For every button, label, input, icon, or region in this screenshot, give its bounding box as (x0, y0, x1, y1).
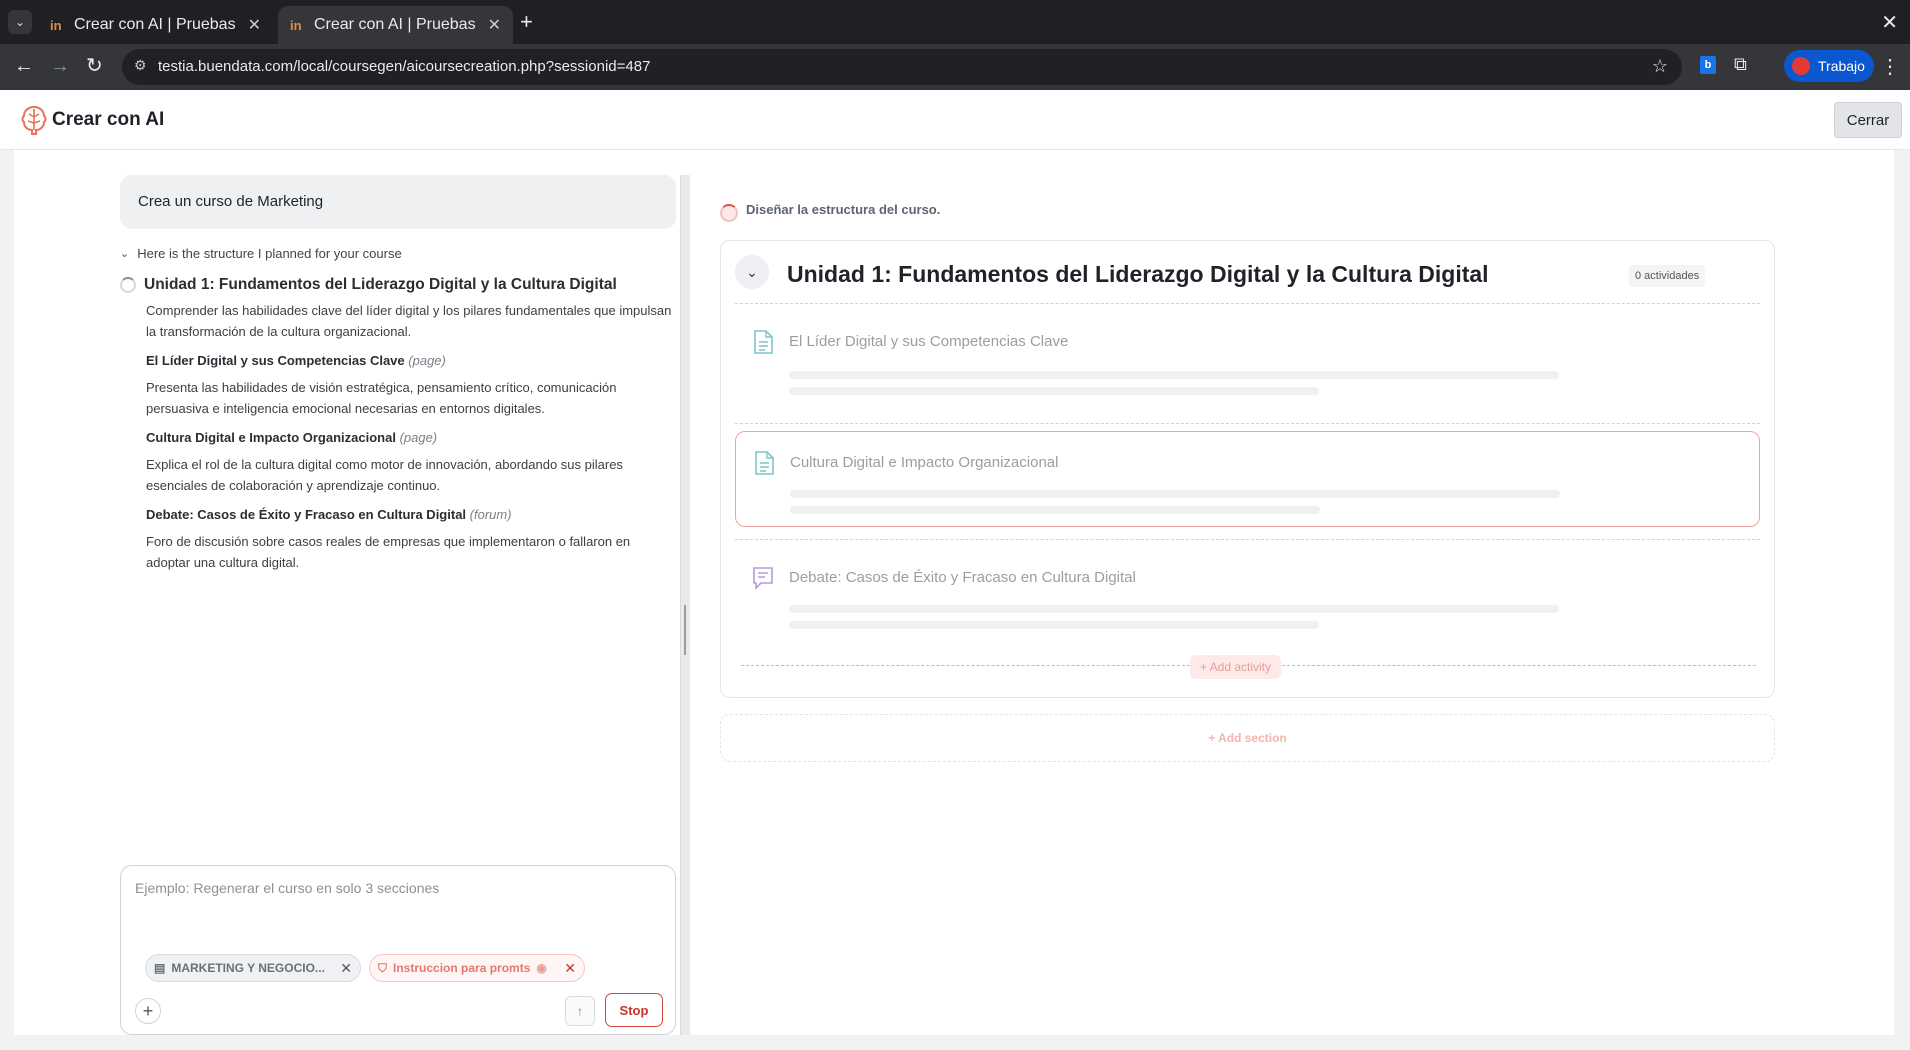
status-text: Diseñar la estructura del curso. (746, 201, 941, 217)
page-icon (754, 330, 773, 354)
activity-title: Debate: Casos de Éxito y Fracaso en Cult… (789, 569, 1136, 586)
prompt-input[interactable] (135, 880, 655, 896)
activity-title: Cultura Digital e Impacto Organizacional (790, 454, 1059, 471)
activity-card[interactable]: Cultura Digital e Impacto Organizacional (735, 431, 1760, 527)
skeleton-line (789, 621, 1319, 629)
browser-menu-icon[interactable]: ⋮ (1880, 54, 1900, 79)
category-chip[interactable]: ▤ MARKETING Y NEGOCIO... ✕ (145, 954, 361, 982)
page-icon (755, 451, 774, 475)
profile-label: Trabajo (1818, 58, 1865, 74)
browser-toolbar: ← → ↻ ⚙ testia.buendata.com/local/course… (0, 44, 1910, 90)
course-section-card: ⌄ Unidad 1: Fundamentos del Liderazgo Di… (720, 240, 1775, 698)
plan-activity-name: El Líder Digital y sus Competencias Clav… (146, 353, 446, 368)
divider (735, 423, 1760, 424)
add-section-button[interactable]: + Add section (720, 714, 1775, 762)
user-message: Crea un curso de Marketing (120, 175, 676, 229)
splitter-grip[interactable] (684, 605, 686, 655)
reload-icon[interactable]: ↻ (86, 54, 103, 78)
site-favicon-icon: in (290, 17, 302, 33)
add-attachment-button[interactable]: + (135, 998, 161, 1024)
skeleton-line (789, 605, 1559, 613)
chat-composer: ▤ MARKETING Y NEGOCIO... ✕ ⛉ Instruccion… (120, 865, 676, 1035)
tab-title: Crear con AI | Pruebas Bu (314, 16, 480, 33)
profile-button[interactable]: Trabajo (1784, 50, 1874, 82)
tab-search-button[interactable]: ⌄ (8, 10, 32, 34)
plan-activity-description: Explica el rol de la cultura digital com… (146, 457, 623, 493)
divider (735, 303, 1760, 304)
tab-title: Crear con AI | Pruebas Bu (74, 16, 240, 33)
collapse-chevron-icon[interactable]: ⌄ (735, 255, 769, 289)
activity-count-badge: 0 actividades (1629, 265, 1706, 287)
url-text: testia.buendata.com/local/coursegen/aico… (158, 58, 651, 75)
send-arrow-button[interactable]: ↑ (565, 996, 595, 1026)
skeleton-line (789, 387, 1319, 395)
browser-tab-1[interactable]: in Crear con AI | Pruebas Bu ✕ (38, 6, 273, 44)
plan-activity-name: Cultura Digital e Impacto Organizacional… (146, 430, 438, 445)
loading-spinner-icon (720, 204, 738, 222)
generation-status: Diseñar la estructura del curso. (720, 196, 940, 222)
divider (735, 539, 1760, 540)
back-icon[interactable]: ← (14, 54, 34, 78)
browser-tabstrip: ⌄ in Crear con AI | Pruebas Bu ✕ in Crea… (0, 0, 1910, 44)
site-info-icon[interactable]: ⚙ (134, 57, 147, 74)
skeleton-line (790, 490, 1560, 498)
activity-card[interactable]: Debate: Casos de Éxito y Fracaso en Cult… (735, 547, 1760, 643)
plan-unit: Unidad 1: Fundamentos del Liderazgo Digi… (120, 276, 676, 573)
extensions-puzzle-icon[interactable]: ⧉ (1734, 54, 1747, 75)
plan-activity-name: Debate: Casos de Éxito y Fracaso en Cult… (146, 507, 512, 522)
tab-close-icon[interactable]: ✕ (248, 15, 261, 35)
skeleton-line (789, 371, 1559, 379)
section-title: Unidad 1: Fundamentos del Liderazgo Digi… (787, 261, 1489, 287)
add-activity-button[interactable]: + Add activity (1190, 655, 1282, 679)
plan-toggle[interactable]: ⌄ Here is the structure I planned for yo… (120, 246, 402, 261)
chevron-down-icon: ⌄ (120, 248, 130, 260)
app-title: Crear con AI (52, 109, 165, 130)
instruction-chip[interactable]: ⛉ Instruccion para promts ◉ ✕ (369, 954, 585, 982)
close-button[interactable]: Cerrar (1834, 102, 1902, 138)
extension-icon[interactable]: b (1700, 56, 1716, 74)
brain-logo-icon (21, 105, 47, 135)
stop-button[interactable]: Stop (605, 993, 663, 1027)
profile-avatar (1792, 57, 1810, 75)
shield-icon: ⛉ (378, 960, 388, 975)
window-close-icon[interactable]: ✕ (1881, 10, 1898, 35)
main-area: Crea un curso de Marketing ⌄ Here is the… (14, 150, 1894, 1035)
activity-title: El Líder Digital y sus Competencias Clav… (789, 333, 1069, 350)
bookmark-star-icon[interactable]: ☆ (1652, 56, 1668, 77)
plan-activity-description: Presenta las habilidades de visión estra… (146, 380, 617, 416)
loading-spinner-icon (120, 277, 136, 293)
tab-close-icon[interactable]: ✕ (488, 15, 501, 35)
address-bar[interactable]: ⚙ testia.buendata.com/local/coursegen/ai… (122, 49, 1682, 85)
site-favicon-icon: in (50, 17, 62, 33)
forum-icon (753, 567, 773, 590)
plan-unit-title: Unidad 1: Fundamentos del Liderazgo Digi… (144, 276, 617, 293)
app-header: Crear con AI Cerrar (0, 90, 1910, 150)
panel-splitter[interactable] (680, 175, 690, 1035)
new-tab-icon[interactable]: + (520, 10, 533, 34)
chip-remove-icon[interactable]: ✕ (564, 960, 576, 977)
document-icon: ▤ (154, 961, 166, 975)
plan-activity-description: Foro de discusión sobre casos reales de … (146, 534, 631, 570)
skeleton-line (790, 506, 1320, 514)
chip-remove-icon[interactable]: ✕ (340, 960, 352, 977)
forward-icon[interactable]: → (50, 54, 70, 78)
plan-unit-description: Comprender las habilidades clave del líd… (146, 303, 672, 339)
eye-icon[interactable]: ◉ (536, 961, 546, 975)
activity-card[interactable]: El Líder Digital y sus Competencias Clav… (735, 311, 1760, 407)
browser-tab-2[interactable]: in Crear con AI | Pruebas Bu ✕ (278, 6, 513, 44)
plan-toggle-label: Here is the structure I planned for your… (137, 246, 402, 261)
